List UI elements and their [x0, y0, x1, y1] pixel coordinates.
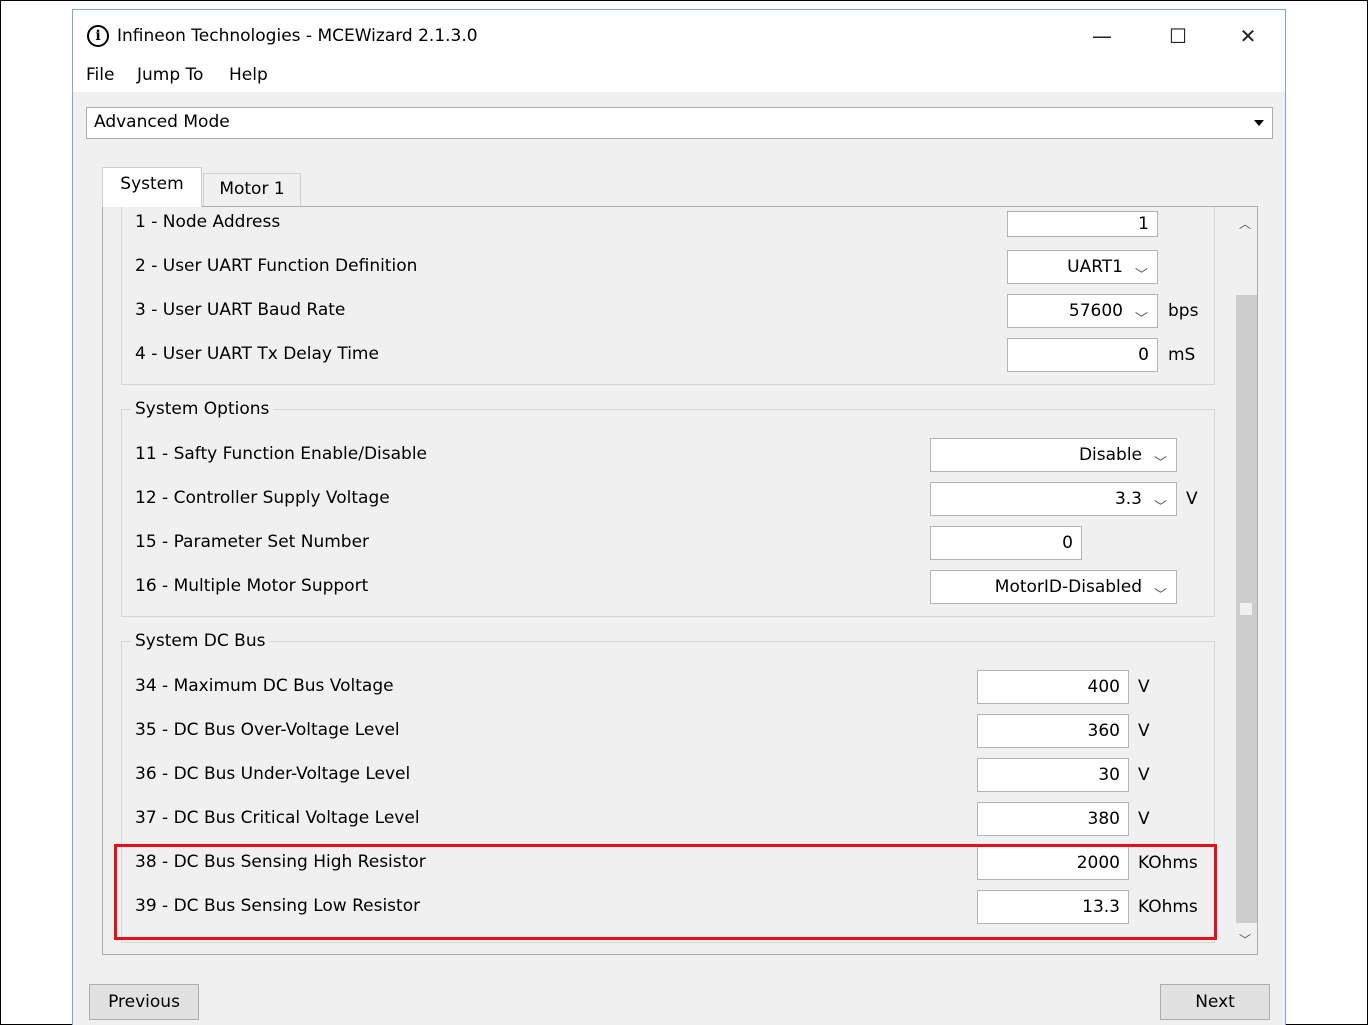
window-title: Infineon Technologies - MCEWizard 2.1.3.…: [117, 26, 478, 46]
under-voltage-input[interactable]: 30: [977, 758, 1129, 792]
unit-label: V: [1138, 809, 1150, 829]
menu-help[interactable]: Help: [229, 65, 268, 85]
param-label: 15 - Parameter Set Number: [135, 532, 370, 552]
maximize-button[interactable]: ☐: [1153, 20, 1203, 52]
unit-label: V: [1138, 677, 1150, 697]
previous-button[interactable]: Previous: [89, 984, 199, 1020]
supply-voltage-select[interactable]: 3.3 ﹀: [930, 482, 1177, 516]
critical-voltage-input[interactable]: 380: [977, 802, 1129, 836]
app-window: i Infineon Technologies - MCEWizard 2.1.…: [72, 9, 1286, 1025]
chevron-down-icon: ﹀: [1153, 456, 1167, 471]
param-label: 12 - Controller Supply Voltage: [135, 488, 390, 508]
chevron-down-icon: ﹀: [1153, 588, 1167, 603]
over-voltage-input[interactable]: 360: [977, 714, 1129, 748]
group-title: System DC Bus: [131, 631, 270, 651]
supply-voltage-value: 3.3: [1114, 489, 1142, 509]
param-label: 37 - DC Bus Critical Voltage Level: [135, 808, 420, 828]
unit-label: V: [1138, 765, 1150, 785]
dropdown-arrow-icon: [1254, 120, 1264, 126]
chevron-down-icon: ﹀: [1153, 500, 1167, 515]
max-dc-voltage-input[interactable]: 400: [977, 670, 1129, 704]
next-button[interactable]: Next: [1160, 984, 1270, 1020]
close-button[interactable]: ✕: [1223, 20, 1273, 52]
unit-label: V: [1186, 489, 1198, 509]
highlight-box: [114, 844, 1217, 940]
uart-group-box: [121, 207, 1215, 385]
menu-file[interactable]: File: [86, 65, 114, 85]
infineon-logo-icon: i: [87, 25, 109, 47]
scroll-position-marker: [1240, 603, 1252, 615]
tab-system[interactable]: System: [102, 167, 202, 207]
settings-content: 1 - Node Address 1 2 - User UART Functio…: [103, 207, 1237, 954]
menu-jump-to[interactable]: Jump To: [137, 65, 203, 85]
scroll-up-icon[interactable]: ︿: [1239, 215, 1251, 232]
param-label: 36 - DC Bus Under-Voltage Level: [135, 764, 411, 784]
safety-function-value: Disable: [1078, 445, 1142, 465]
mode-select-value: Advanced Mode: [94, 112, 230, 132]
unit-label: V: [1138, 721, 1150, 741]
motor-support-value: MotorID-Disabled: [994, 577, 1142, 597]
param-label: 35 - DC Bus Over-Voltage Level: [135, 720, 400, 740]
parameter-set-input[interactable]: 0: [930, 526, 1082, 560]
group-title: System Options: [131, 399, 274, 419]
param-label: 34 - Maximum DC Bus Voltage: [135, 676, 394, 696]
safety-function-select[interactable]: Disable ﹀: [930, 438, 1177, 472]
motor-support-select[interactable]: MotorID-Disabled ﹀: [930, 570, 1177, 604]
vertical-scrollbar[interactable]: ︿ ﹀: [1236, 207, 1257, 954]
minimize-button[interactable]: —: [1077, 20, 1127, 52]
settings-panel: 1 - Node Address 1 2 - User UART Functio…: [102, 206, 1258, 955]
mode-select[interactable]: Advanced Mode: [86, 107, 1273, 139]
tab-motor-1[interactable]: Motor 1: [203, 173, 301, 209]
param-label: 16 - Multiple Motor Support: [135, 576, 369, 596]
scroll-down-icon[interactable]: ﹀: [1239, 931, 1251, 948]
title-bar: i Infineon Technologies - MCEWizard 2.1.…: [73, 10, 1285, 60]
menu-bar: File Jump To Help: [73, 60, 1285, 92]
param-label: 11 - Safty Function Enable/Disable: [135, 444, 428, 464]
